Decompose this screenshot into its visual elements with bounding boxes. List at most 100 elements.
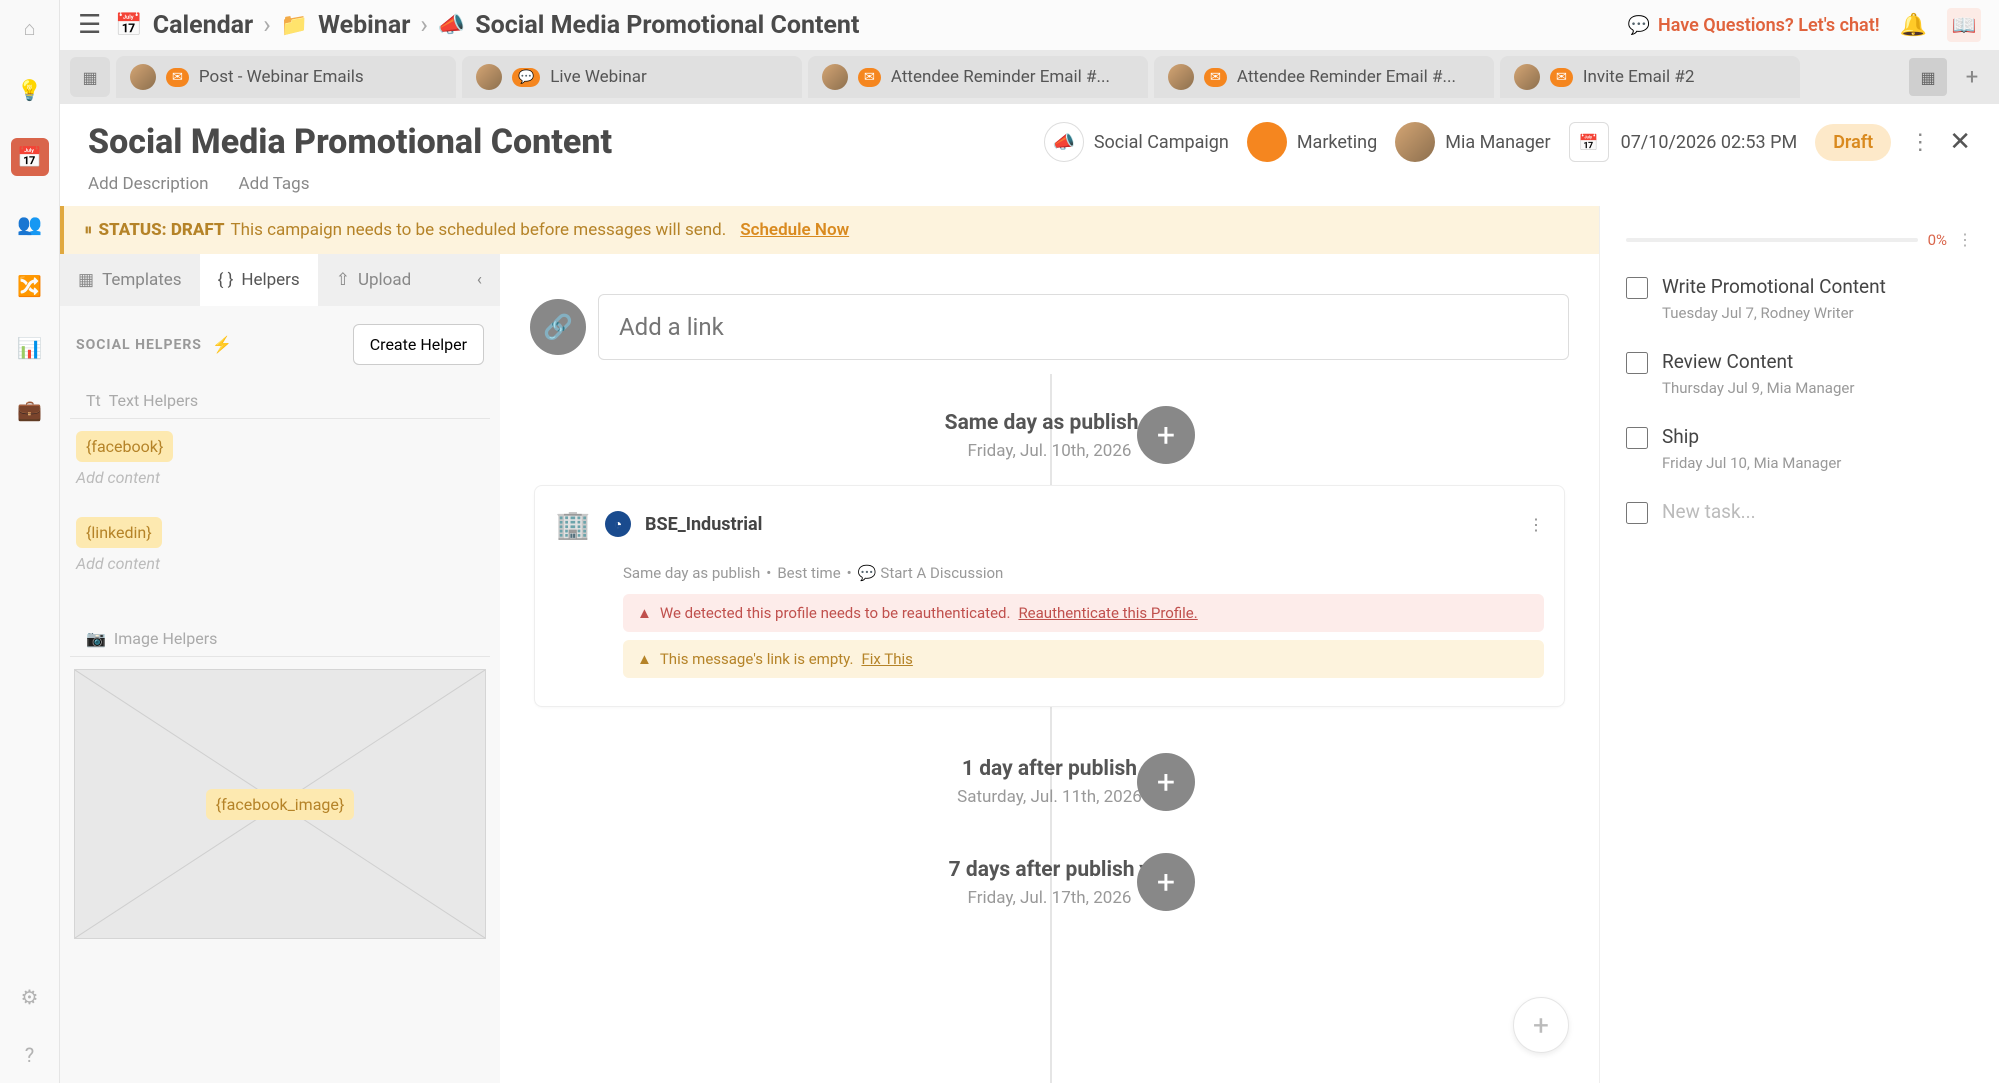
- breadcrumb-folder[interactable]: Webinar: [318, 11, 410, 40]
- mail-pill-icon: ✉: [166, 68, 189, 87]
- header-kebab-icon[interactable]: ⋮: [1909, 130, 1931, 155]
- add-tab-button[interactable]: +: [1955, 60, 1989, 94]
- settings-icon[interactable]: ⚙: [16, 983, 44, 1011]
- avatar: [822, 64, 848, 90]
- task-title[interactable]: Ship: [1662, 425, 1841, 448]
- chat-pill-icon: 💬: [512, 68, 540, 87]
- folder-icon: 📁: [281, 13, 308, 38]
- shuffle-icon[interactable]: 🔀: [16, 272, 44, 300]
- reauthenticate-link[interactable]: Reauthenticate this Profile.: [1018, 604, 1197, 622]
- timeline-node: 7 days after publish ▾ Friday, Jul. 17th…: [530, 857, 1569, 908]
- camera-icon: 📷: [86, 629, 106, 648]
- image-placeholder[interactable]: {facebook_image}: [74, 669, 486, 939]
- helper-linkedin[interactable]: {linkedin}: [76, 517, 162, 548]
- add-content-hint[interactable]: Add content: [60, 466, 500, 505]
- new-task-row[interactable]: New task...: [1626, 500, 1973, 524]
- left-nav-rail: ⌂ 💡 📅 👥 🔀 📊 💼 ⚙ ?: [0, 0, 60, 1083]
- bolt-icon: ⚡: [212, 335, 232, 354]
- link-input[interactable]: [598, 294, 1569, 360]
- guide-icon[interactable]: 📖: [1947, 8, 1981, 42]
- timeline: 🔗 Same day as publish ▾ Friday, Jul. 10t…: [500, 254, 1599, 1083]
- task-checkbox[interactable]: [1626, 352, 1648, 374]
- fix-this-link[interactable]: Fix This: [861, 650, 912, 668]
- text-icon: Tt: [86, 391, 101, 410]
- schedule-now-link[interactable]: Schedule Now: [740, 220, 849, 240]
- team-color-swatch: [1247, 122, 1287, 162]
- comment-icon: 💬: [858, 564, 877, 582]
- analytics-icon[interactable]: 📊: [16, 334, 44, 362]
- menu-icon[interactable]: ☰: [78, 10, 101, 40]
- avatar: [1168, 64, 1194, 90]
- empty-link-alert: ▲ This message's link is empty. Fix This: [623, 640, 1544, 678]
- tab-live-webinar[interactable]: 💬 Live Webinar: [462, 56, 802, 98]
- team-chip[interactable]: Marketing: [1247, 122, 1377, 162]
- floating-add-button[interactable]: +: [1513, 997, 1569, 1053]
- add-description-link[interactable]: Add Description: [88, 174, 209, 194]
- add-message-button[interactable]: +: [1137, 753, 1195, 811]
- add-message-button[interactable]: +: [1137, 853, 1195, 911]
- grid-view-icon[interactable]: ▦: [1909, 58, 1947, 96]
- calendar-small-icon: 📅: [115, 13, 142, 38]
- chat-icon: 💬: [1628, 15, 1650, 36]
- mail-pill-icon: ✉: [1204, 68, 1227, 87]
- mail-pill-icon: ✉: [1550, 68, 1573, 87]
- tab-helpers[interactable]: { } Helpers: [200, 254, 318, 306]
- helper-facebook-image: {facebook_image}: [206, 789, 355, 820]
- create-helper-button[interactable]: Create Helper: [353, 324, 484, 365]
- task-checkbox[interactable]: [1626, 427, 1648, 449]
- owner-chip[interactable]: Mia Manager: [1395, 122, 1550, 162]
- timeline-node: 1 day after publish Saturday, Jul. 11th,…: [530, 757, 1569, 807]
- tasks-panel: 0% ⋮ Write Promotional Content Tuesday J…: [1599, 206, 1999, 1083]
- notifications-icon[interactable]: 🔔: [1900, 13, 1927, 38]
- calendar-icon[interactable]: 📅: [11, 138, 49, 176]
- date-chip[interactable]: 📅 07/10/2026 02:53 PM: [1569, 122, 1798, 162]
- help-icon[interactable]: ?: [16, 1041, 44, 1069]
- panel-heading: SOCIAL HELPERS: [76, 337, 202, 353]
- campaign-chip[interactable]: 📣 Social Campaign: [1044, 122, 1229, 162]
- card-kebab-icon[interactable]: ⋮: [1528, 515, 1544, 534]
- avatar: [1514, 64, 1540, 90]
- link-icon: 🔗: [530, 299, 586, 355]
- task-checkbox[interactable]: [1626, 277, 1648, 299]
- start-discussion-link[interactable]: 💬 Start A Discussion: [858, 564, 1004, 582]
- tab-attendee-reminder-1[interactable]: ✉ Attendee Reminder Email #...: [808, 56, 1148, 98]
- breadcrumb-root[interactable]: Calendar: [153, 11, 253, 40]
- close-icon[interactable]: ✕: [1949, 127, 1971, 157]
- calendar-box-icon: 📅: [1569, 122, 1609, 162]
- collapse-panel-icon[interactable]: ‹: [459, 254, 500, 306]
- tab-templates[interactable]: ▦ Templates: [60, 254, 200, 306]
- task-item: Write Promotional Content Tuesday Jul 7,…: [1626, 275, 1973, 322]
- idea-icon[interactable]: 💡: [16, 76, 44, 104]
- add-tags-link[interactable]: Add Tags: [239, 174, 310, 194]
- avatar: [130, 64, 156, 90]
- task-title[interactable]: Write Promotional Content: [1662, 275, 1886, 298]
- task-checkbox[interactable]: [1626, 502, 1648, 524]
- task-item: Ship Friday Jul 10, Mia Manager: [1626, 425, 1973, 472]
- chat-link[interactable]: 💬 Have Questions? Let's chat!: [1628, 15, 1880, 36]
- breadcrumb: 📅 Calendar › 📁 Webinar › 📣 Social Media …: [115, 11, 859, 40]
- megaphone-circle-icon: 📣: [1044, 122, 1084, 162]
- calendar-tab-icon[interactable]: ▦: [70, 57, 110, 97]
- profile-name[interactable]: BSE_Industrial: [645, 514, 762, 535]
- tab-invite-email-2[interactable]: ✉ Invite Email #2: [1500, 56, 1800, 98]
- task-item: Review Content Thursday Jul 9, Mia Manag…: [1626, 350, 1973, 397]
- helpers-panel: ▦ Templates { } Helpers ⇧ Upload: [60, 254, 500, 1083]
- tab-upload[interactable]: ⇧ Upload: [318, 254, 429, 306]
- status-badge[interactable]: Draft: [1815, 124, 1891, 161]
- task-title[interactable]: Review Content: [1662, 350, 1854, 373]
- briefcase-icon[interactable]: 💼: [16, 396, 44, 424]
- add-content-hint[interactable]: Add content: [60, 552, 500, 591]
- home-icon[interactable]: ⌂: [16, 14, 44, 42]
- mail-pill-icon: ✉: [858, 68, 881, 87]
- tasks-kebab-icon[interactable]: ⋮: [1957, 230, 1973, 249]
- linkedin-badge-icon: ◔: [605, 511, 631, 537]
- add-message-button[interactable]: +: [1137, 406, 1195, 464]
- tab-attendee-reminder-2[interactable]: ✉ Attendee Reminder Email #...: [1154, 56, 1494, 98]
- warning-icon: ▲: [637, 604, 652, 622]
- tab-post-webinar-emails[interactable]: ✉ Post - Webinar Emails: [116, 56, 456, 98]
- breadcrumb-page: Social Media Promotional Content: [475, 11, 859, 40]
- grid-icon: ▦: [78, 270, 94, 290]
- pause-icon: ⏸: [84, 220, 93, 240]
- people-icon[interactable]: 👥: [16, 210, 44, 238]
- helper-facebook[interactable]: {facebook}: [76, 431, 173, 462]
